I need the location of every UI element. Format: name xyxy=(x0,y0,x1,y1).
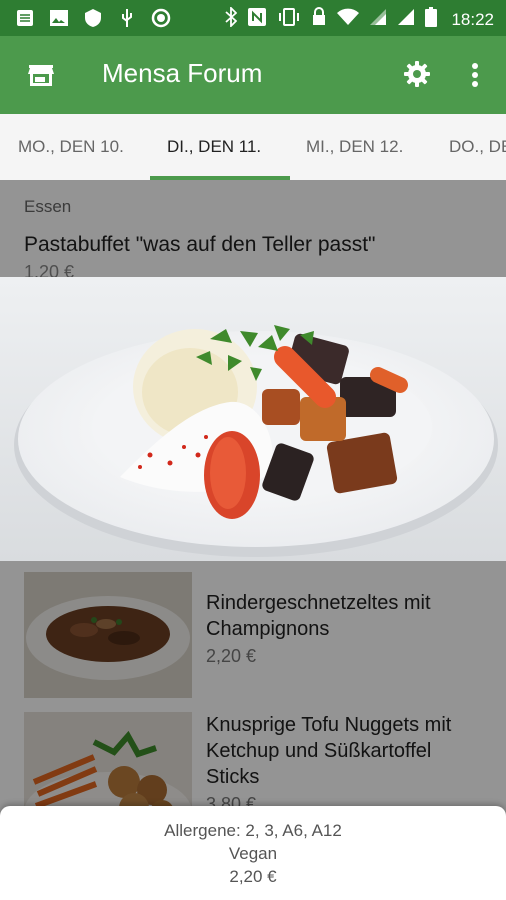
dish-photo xyxy=(0,277,506,561)
dish-name: Rindergeschnetzeltes mit Champignons xyxy=(206,592,431,640)
photo-icon xyxy=(48,8,70,28)
gear-icon[interactable] xyxy=(402,59,432,89)
nfc-icon xyxy=(247,7,267,32)
wifi-icon xyxy=(337,8,360,31)
detail-price: 2,20 € xyxy=(229,867,277,886)
signal-icon xyxy=(397,8,415,31)
allergens-text: Allergene: 2, 3, A6, A12 xyxy=(164,821,342,840)
status-bar: 18:22 xyxy=(0,0,506,36)
store-icon[interactable] xyxy=(26,60,56,90)
more-vert-icon[interactable] xyxy=(466,58,484,92)
app-title: Mensa Forum xyxy=(102,58,263,88)
tab-wednesday[interactable]: MI., DEN 12. xyxy=(306,114,403,180)
app-bar: Mensa Forum xyxy=(0,36,506,114)
dish-name: Knusprige Tofu Nuggets mit Ketchup und S… xyxy=(206,714,452,788)
battery-icon xyxy=(425,7,438,32)
usb-icon xyxy=(116,8,138,28)
dish-price: 2,20 € xyxy=(206,646,257,666)
tab-thursday[interactable]: DO., DEN 13. xyxy=(449,114,506,180)
shield-icon xyxy=(82,8,104,28)
bluetooth-icon xyxy=(225,5,238,32)
dish-thumbnail xyxy=(24,572,192,698)
diet-label: Vegan xyxy=(228,844,278,863)
dish-name[interactable]: Pastabuffet "was auf den Teller passt" xyxy=(24,233,376,257)
signal-icon xyxy=(369,8,387,31)
lock-icon xyxy=(311,7,327,32)
section-label: Essen xyxy=(24,197,72,216)
vibrate-icon xyxy=(277,7,301,32)
circle-icon xyxy=(150,8,172,28)
detail-sheet: Allergene: 2, 3, A6, A12 Vegan 2,20 € xyxy=(0,806,506,900)
tab-monday[interactable]: MO., DEN 10. xyxy=(18,114,124,180)
clock-time: 18:22 xyxy=(451,9,494,29)
menu-content: Essen Pastabuffet "was auf den Teller pa… xyxy=(0,180,506,900)
stack-icon xyxy=(14,8,36,28)
day-tabs: MO., DEN 10. DI., DEN 11. MI., DEN 12. D… xyxy=(0,114,506,180)
tab-tuesday[interactable]: DI., DEN 11. xyxy=(167,114,261,180)
